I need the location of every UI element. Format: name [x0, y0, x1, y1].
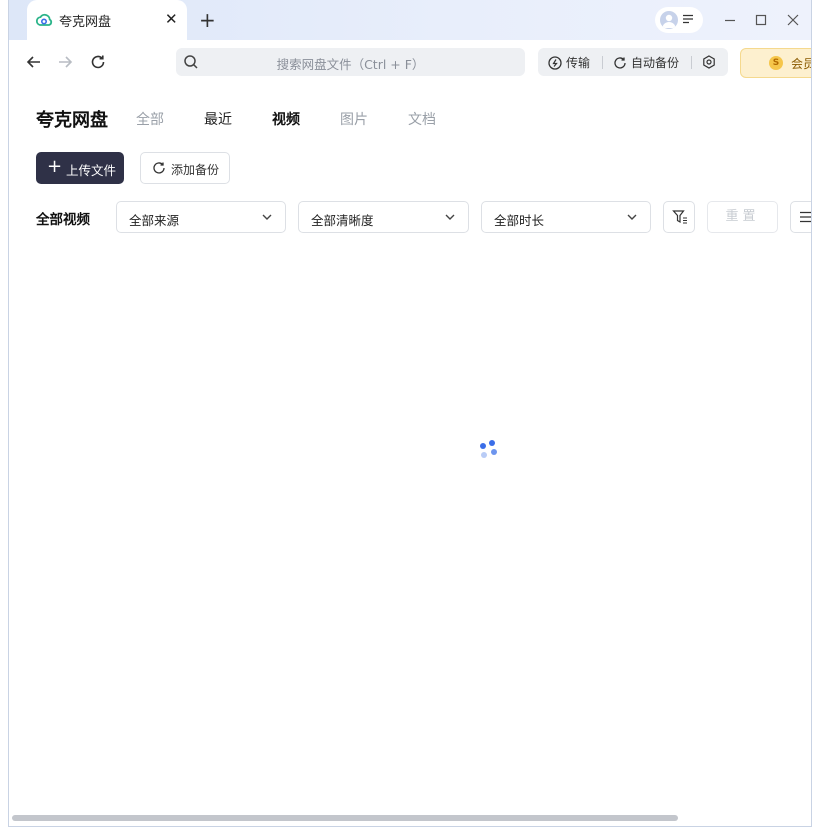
- filter-section-label: 全部视频: [36, 212, 90, 228]
- resolution-select[interactable]: 全部清晰度: [298, 201, 469, 233]
- reset-button[interactable]: 重置: [707, 201, 778, 233]
- add-backup-label: 添加备份: [171, 163, 220, 177]
- chevron-down-icon: [627, 214, 637, 220]
- upload-label: 上传文件: [66, 163, 117, 178]
- chevron-down-icon: [445, 214, 455, 220]
- list-icon: [800, 211, 811, 223]
- tab-title: 夸克网盘: [59, 15, 112, 30]
- settings-hexagon-icon[interactable]: [702, 55, 716, 69]
- transfer-icon: [548, 56, 562, 70]
- vip-coin-icon: S: [769, 56, 783, 70]
- menu-lines-icon: [683, 14, 693, 24]
- tab-images[interactable]: 图片: [340, 109, 368, 129]
- forward-arrow-icon[interactable]: [55, 52, 75, 72]
- new-tab-button[interactable]: +: [199, 8, 216, 32]
- tab-close-icon[interactable]: ✕: [165, 10, 178, 28]
- vip-label: 会员: [791, 57, 811, 71]
- source-select[interactable]: 全部来源: [116, 201, 286, 233]
- tab-all[interactable]: 全部: [136, 109, 164, 129]
- upload-file-button[interactable]: + 上传文件: [36, 152, 124, 184]
- search-input[interactable]: 搜索网盘文件（Ctrl + F）: [176, 48, 525, 76]
- search-placeholder: 搜索网盘文件（Ctrl + F）: [276, 57, 425, 72]
- vip-button[interactable]: S 会员: [740, 48, 811, 78]
- loading-spinner-icon: [480, 440, 497, 458]
- profile-menu-button[interactable]: [655, 7, 703, 33]
- source-value: 全部来源: [129, 213, 180, 228]
- transfer-button[interactable]: 传输: [548, 54, 590, 71]
- auto-backup-label: 自动备份: [631, 56, 680, 70]
- sync-icon: [614, 57, 626, 69]
- close-window-icon[interactable]: [784, 11, 802, 29]
- page-title: 夸克网盘: [36, 110, 108, 131]
- tab-recent[interactable]: 最近: [204, 109, 232, 129]
- horizontal-scrollbar[interactable]: [12, 815, 678, 821]
- browser-toolbar: 搜索网盘文件（Ctrl + F） 传输 自动备份 S 会员: [9, 40, 811, 84]
- view-toggle-button[interactable]: [790, 201, 811, 233]
- toolbar-actions: 传输 自动备份: [538, 48, 728, 76]
- duration-select[interactable]: 全部时长: [481, 201, 651, 233]
- plus-icon: +: [47, 156, 63, 177]
- divider: [602, 56, 603, 69]
- app-window: 夸克网盘 ✕ + 搜索网盘文件（Ctrl + F） 传输 自动备份 S 会 夸克…: [8, 0, 812, 827]
- avatar-icon: [660, 11, 678, 29]
- maximize-icon[interactable]: [752, 11, 770, 29]
- tab-video[interactable]: 视频: [272, 109, 300, 129]
- sync-icon: [153, 162, 165, 174]
- duration-value: 全部时长: [494, 213, 545, 228]
- chevron-down-icon: [262, 214, 272, 220]
- filter-icon: [672, 210, 687, 224]
- title-bar: 夸克网盘 ✕ +: [9, 0, 811, 40]
- resolution-value: 全部清晰度: [311, 213, 374, 228]
- browser-tab[interactable]: 夸克网盘 ✕: [27, 0, 187, 40]
- quark-cloud-logo-icon: [35, 13, 53, 26]
- back-arrow-icon[interactable]: [24, 52, 44, 72]
- auto-backup-button[interactable]: 自动备份: [613, 54, 679, 71]
- filter-button[interactable]: [663, 201, 695, 233]
- tab-documents[interactable]: 文档: [408, 109, 436, 129]
- minimize-icon[interactable]: [721, 11, 739, 29]
- add-backup-button[interactable]: 添加备份: [140, 152, 230, 184]
- refresh-icon[interactable]: [88, 52, 108, 72]
- divider: [691, 56, 692, 69]
- transfer-label: 传输: [566, 56, 591, 70]
